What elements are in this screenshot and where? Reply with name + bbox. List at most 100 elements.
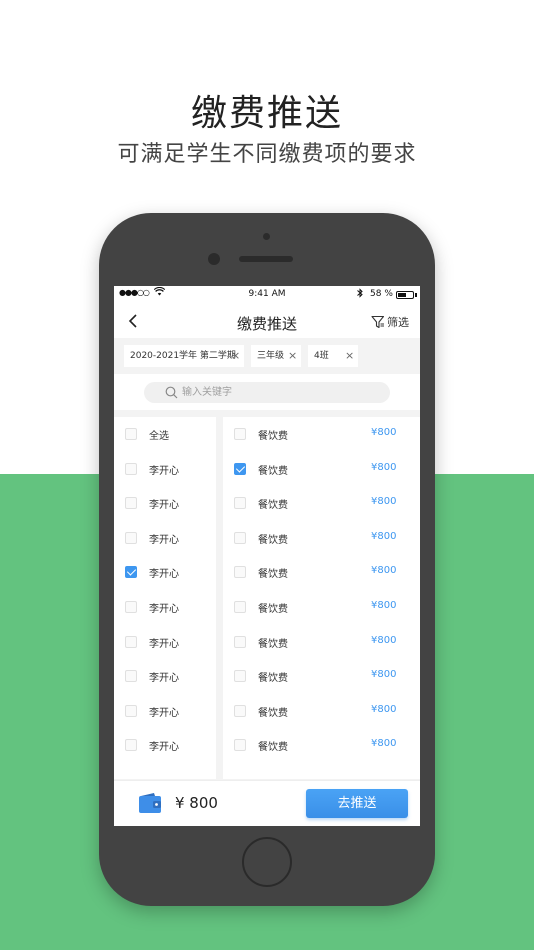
fee-price: ¥800 (371, 496, 397, 508)
fee-name: 餐饮费 (258, 604, 288, 615)
fee-name: 餐饮费 (258, 465, 288, 477)
student-row[interactable]: 李开心 (114, 659, 216, 693)
fee-name: 餐饮费 (258, 707, 288, 719)
student-name: 李开心 (149, 569, 179, 581)
student-row[interactable]: 全选 (114, 417, 216, 451)
student-list: 全选 李开心 李开心 李开心 李开心 李开心 李开心 李开心 李开心 李开心 (114, 417, 216, 779)
fee-list: 餐饮费 ¥800 餐饮费 ¥800 餐饮费 ¥800 餐饮费 ¥800 餐饮费 ¥800 餐饮费 ¥8… (223, 417, 420, 779)
checkbox[interactable] (234, 531, 246, 544)
checkbox[interactable] (125, 566, 137, 579)
status-bar: ●●●○○ 9:41 AM 58 % (114, 286, 420, 304)
student-row[interactable]: 李开心 (114, 521, 216, 555)
checkbox[interactable] (125, 601, 137, 613)
checkbox[interactable] (125, 462, 137, 475)
fee-row[interactable]: 餐饮费 ¥800 (223, 659, 420, 693)
fee-price: ¥800 (371, 427, 397, 438)
checkbox[interactable] (234, 601, 246, 613)
student-row[interactable]: 李开心 (114, 694, 216, 728)
tag-class[interactable]: 4班 × (308, 345, 358, 367)
fee-price: ¥800 (371, 461, 397, 473)
student-name: 李开心 (149, 534, 179, 546)
fee-row[interactable]: 餐饮费 ¥800 (223, 486, 420, 520)
fee-row[interactable]: 餐饮费 ¥800 (223, 694, 420, 728)
student-name: 李开心 (149, 500, 179, 512)
bottom-bar: ¥ 800 去推送 (114, 780, 420, 826)
student-row[interactable]: 李开心 (114, 625, 216, 659)
fee-price: ¥800 (371, 634, 397, 646)
checkbox[interactable] (234, 670, 246, 683)
fee-row[interactable]: 餐饮费 ¥800 (223, 417, 420, 451)
checkbox[interactable] (125, 739, 137, 752)
total-amount: ¥ 800 (175, 794, 218, 812)
hero-subtitle: 可满足学生不同缴费项的要求 (117, 142, 417, 167)
fee-price: ¥800 (371, 600, 397, 611)
phone-mockup: ●●●○○ 9:41 AM 58 % 缴费推送 筛选 2020-2021学年 第… (99, 213, 435, 906)
battery-level (398, 293, 407, 297)
student-name: 李开心 (149, 465, 179, 477)
funnel-icon (371, 315, 385, 329)
checkbox[interactable] (234, 566, 246, 579)
checkbox[interactable] (125, 670, 137, 683)
search-input[interactable] (182, 382, 382, 403)
checkbox[interactable] (234, 739, 246, 752)
filter-label: 筛选 (387, 316, 409, 329)
student-name: 李开心 (149, 638, 179, 650)
phone-screen: ●●●○○ 9:41 AM 58 % 缴费推送 筛选 2020-2021学年 第… (114, 286, 420, 826)
fee-row[interactable]: 餐饮费 ¥800 (223, 452, 420, 486)
tag-label: 2020-2021学年 第二学期 (130, 351, 236, 361)
student-row[interactable]: 李开心 (114, 486, 216, 520)
fee-price: ¥800 (371, 669, 397, 681)
student-row[interactable]: 李开心 (114, 555, 216, 589)
student-name: 李开心 (149, 707, 179, 719)
push-button[interactable]: 去推送 (306, 789, 408, 818)
proximity-sensor (208, 253, 220, 265)
tag-label: 三年级 (257, 351, 285, 361)
fee-name: 餐饮费 (258, 431, 288, 442)
battery-icon (396, 291, 414, 299)
hero-title: 缴费推送 (190, 93, 343, 134)
student-row[interactable]: 李开心 (114, 452, 216, 486)
checkbox[interactable] (125, 704, 137, 717)
checkbox[interactable] (234, 497, 246, 510)
nav-bar: 缴费推送 筛选 (114, 304, 420, 338)
home-button (242, 837, 292, 887)
fee-price: ¥800 (371, 738, 397, 750)
battery-percent: 58 % (370, 289, 393, 299)
close-icon[interactable]: × (231, 345, 240, 367)
checkbox[interactable] (125, 531, 137, 544)
checkbox[interactable] (125, 428, 137, 440)
fee-price: ¥800 (371, 530, 397, 542)
fee-name: 餐饮费 (258, 569, 288, 581)
filter-button[interactable]: 筛选 (371, 314, 409, 330)
search-bar (114, 374, 420, 410)
search-box[interactable] (144, 382, 390, 403)
fee-row[interactable]: 餐饮费 ¥800 (223, 555, 420, 589)
fee-row[interactable]: 餐饮费 ¥800 (223, 728, 420, 762)
filter-tags: 2020-2021学年 第二学期 × 三年级 × 4班 × (114, 338, 420, 374)
tag-grade[interactable]: 三年级 × (251, 345, 301, 367)
checkbox[interactable] (125, 497, 137, 510)
fee-row[interactable]: 餐饮费 ¥800 (223, 521, 420, 555)
fee-row[interactable]: 餐饮费 ¥800 (223, 590, 420, 624)
earpiece-speaker (239, 256, 293, 262)
tag-semester[interactable]: 2020-2021学年 第二学期 × (124, 345, 244, 367)
fee-row[interactable]: 餐饮费 ¥800 (223, 625, 420, 659)
fee-name: 餐饮费 (258, 534, 288, 546)
student-name: 李开心 (149, 742, 179, 754)
student-row[interactable]: 李开心 (114, 590, 216, 624)
tag-label: 4班 (314, 351, 329, 361)
fee-name: 餐饮费 (258, 742, 288, 754)
fee-price: ¥800 (371, 703, 397, 715)
close-icon[interactable]: × (345, 345, 354, 367)
wallet-icon (139, 793, 161, 813)
search-icon (165, 386, 178, 399)
checkbox[interactable] (234, 704, 246, 717)
checkbox[interactable] (125, 635, 137, 648)
close-icon[interactable]: × (288, 345, 297, 367)
fee-name: 餐饮费 (258, 638, 288, 650)
checkbox[interactable] (234, 428, 246, 440)
fee-price: ¥800 (371, 565, 397, 577)
checkbox[interactable] (234, 462, 246, 475)
student-row[interactable]: 李开心 (114, 728, 216, 762)
checkbox[interactable] (234, 635, 246, 648)
